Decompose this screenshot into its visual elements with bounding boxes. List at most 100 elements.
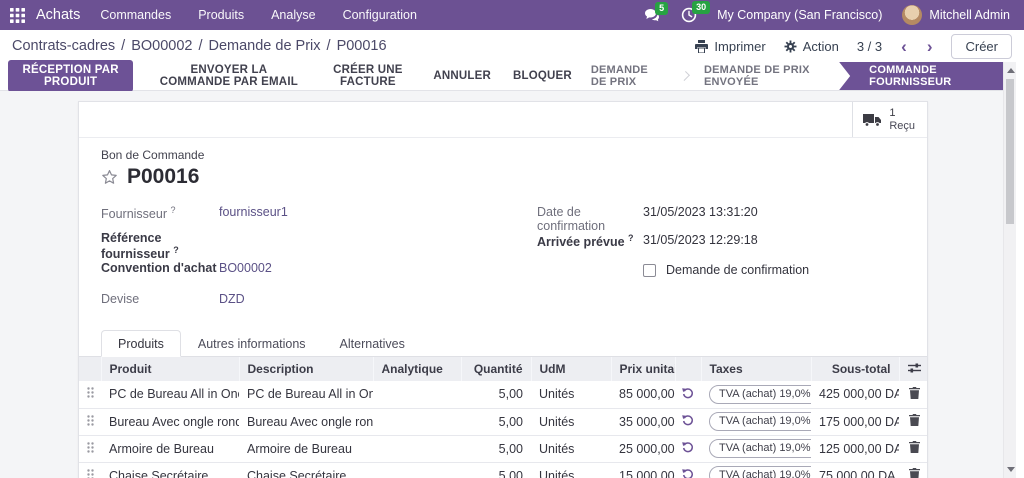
creer-facture-button[interactable]: CRÉER UNE FACTURE: [324, 64, 411, 88]
cell-produit[interactable]: Bureau Avec ongle ronde: [101, 408, 239, 435]
stage-demande-de-prix-envoyee[interactable]: DEMANDE DE PRIX ENVOYÉE: [685, 62, 839, 90]
scrollbar-thumb[interactable]: [1006, 79, 1014, 224]
cell-analytique[interactable]: [373, 435, 461, 462]
cell-analytique[interactable]: [373, 381, 461, 408]
cell-produit[interactable]: Armoire de Bureau: [101, 435, 239, 462]
reset-price-icon[interactable]: [682, 441, 694, 453]
cell-description[interactable]: Chaise Secrétaire: [239, 462, 373, 478]
create-button[interactable]: Créer: [951, 34, 1012, 59]
stage-demande-de-prix[interactable]: DEMANDE DE PRIX: [572, 62, 685, 90]
col-quantite[interactable]: Quantité: [461, 357, 531, 381]
menu-produits[interactable]: Produits: [198, 8, 244, 22]
delete-row-icon[interactable]: [909, 441, 920, 453]
notebook-tabs: Produits Autres informations Alternative…: [79, 330, 927, 357]
reception-par-produit-button[interactable]: RÉCEPTION PAR PRODUIT: [8, 60, 133, 92]
cell-analytique[interactable]: [373, 462, 461, 478]
tab-autres-informations[interactable]: Autres informations: [181, 330, 323, 357]
status-bar: RÉCEPTION PAR PRODUIT ENVOYER LA COMMAND…: [0, 62, 1004, 91]
user-menu[interactable]: Mitchell Admin: [902, 5, 1010, 25]
optional-columns-button[interactable]: [899, 357, 928, 381]
top-nav-bar: Achats Commandes Produits Analyse Config…: [0, 0, 1024, 30]
cell-udm[interactable]: Unités: [531, 381, 611, 408]
drag-handle-icon[interactable]: [87, 469, 94, 478]
cell-sous-total[interactable]: 75 000,00 DA: [811, 462, 899, 478]
cell-analytique[interactable]: [373, 408, 461, 435]
drag-handle-icon[interactable]: [87, 387, 94, 398]
vertical-scrollbar[interactable]: [1003, 62, 1016, 478]
reset-price-icon[interactable]: [682, 468, 694, 478]
tax-tag[interactable]: TVA (achat) 19,0%: [709, 412, 811, 431]
breadcrumb-contrats-cadres[interactable]: Contrats-cadres: [12, 38, 115, 54]
field-label: Convention d'achat: [101, 261, 219, 275]
col-analytique[interactable]: Analytique: [373, 357, 461, 381]
stage-commande-fournisseur[interactable]: COMMANDE FOURNISSEUR: [839, 62, 1004, 90]
arrivee-prevue-value[interactable]: 31/05/2023 12:29:18: [643, 233, 758, 247]
cell-sous-total[interactable]: 175 000,00 DA: [811, 408, 899, 435]
reset-price-icon[interactable]: [682, 387, 694, 399]
envoyer-commande-email-button[interactable]: ENVOYER LA COMMANDE PAR EMAIL: [155, 64, 302, 88]
cell-description[interactable]: Armoire de Bureau: [239, 435, 373, 462]
col-produit[interactable]: Produit: [101, 357, 239, 381]
cell-prix-unitaire[interactable]: 85 000,00: [611, 381, 675, 408]
favorite-star-icon[interactable]: [101, 169, 118, 186]
cell-produit[interactable]: Chaise Secrétaire: [101, 462, 239, 478]
cell-description[interactable]: PC de Bureau All in One: [239, 381, 373, 408]
delete-row-icon[interactable]: [909, 387, 920, 399]
cell-prix-unitaire[interactable]: 35 000,00: [611, 408, 675, 435]
delete-row-icon[interactable]: [909, 414, 920, 426]
cell-quantite[interactable]: 5,00: [461, 435, 531, 462]
col-taxes[interactable]: Taxes: [701, 357, 811, 381]
delete-row-icon[interactable]: [909, 468, 920, 478]
cell-quantite[interactable]: 5,00: [461, 462, 531, 478]
tax-tag[interactable]: TVA (achat) 19,0%: [709, 466, 811, 478]
apps-grid-icon[interactable]: [10, 8, 25, 23]
gear-icon: [784, 40, 797, 53]
pager-previous-button[interactable]: ‹: [900, 38, 908, 55]
drag-handle-icon[interactable]: [87, 442, 94, 453]
reset-price-icon[interactable]: [682, 414, 694, 426]
col-description[interactable]: Description: [239, 357, 373, 381]
devise-value[interactable]: DZD: [219, 292, 245, 306]
cell-description[interactable]: Bureau Avec ongle ronde: [239, 408, 373, 435]
scroll-up-arrow[interactable]: [1007, 68, 1015, 73]
col-udm[interactable]: UdM: [531, 357, 611, 381]
bloquer-button[interactable]: BLOQUER: [513, 70, 572, 82]
scroll-down-arrow[interactable]: [1007, 467, 1015, 472]
app-name[interactable]: Achats: [36, 7, 80, 23]
messages-button[interactable]: 5: [644, 8, 661, 23]
cell-quantite[interactable]: 5,00: [461, 381, 531, 408]
cell-udm[interactable]: Unités: [531, 435, 611, 462]
control-panel: Contrats-cadres / BO00002 / Demande de P…: [0, 30, 1024, 62]
convention-achat-value[interactable]: BO00002: [219, 261, 272, 275]
demande-confirmation-checkbox[interactable]: [643, 264, 656, 277]
breadcrumb-bo00002[interactable]: BO00002: [131, 38, 192, 54]
breadcrumb-demande-de-prix[interactable]: Demande de Prix: [209, 38, 321, 54]
cell-produit[interactable]: PC de Bureau All in One: [101, 381, 239, 408]
cell-udm[interactable]: Unités: [531, 462, 611, 478]
cell-udm[interactable]: Unités: [531, 408, 611, 435]
company-switcher[interactable]: My Company (San Francisco): [717, 8, 882, 22]
receipt-stat-button[interactable]: 1 Reçu: [852, 102, 927, 137]
col-prix-unitaire[interactable]: Prix unitaire: [611, 357, 675, 381]
menu-commandes[interactable]: Commandes: [100, 8, 171, 22]
cell-quantite[interactable]: 5,00: [461, 408, 531, 435]
menu-configuration[interactable]: Configuration: [343, 8, 417, 22]
action-button[interactable]: Action: [784, 39, 839, 54]
annuler-button[interactable]: ANNULER: [433, 70, 491, 82]
tax-tag[interactable]: TVA (achat) 19,0%: [709, 385, 811, 404]
cell-sous-total[interactable]: 125 000,00 DA: [811, 435, 899, 462]
activities-button[interactable]: 30: [681, 7, 697, 23]
tab-produits[interactable]: Produits: [101, 330, 181, 357]
fournisseur-value[interactable]: fournisseur1: [219, 205, 288, 219]
cell-prix-unitaire[interactable]: 15 000,00: [611, 462, 675, 478]
cell-sous-total[interactable]: 425 000,00 DA: [811, 381, 899, 408]
tax-tag[interactable]: TVA (achat) 19,0%: [709, 439, 811, 458]
col-sous-total[interactable]: Sous-total: [811, 357, 899, 381]
cell-prix-unitaire[interactable]: 25 000,00: [611, 435, 675, 462]
menu-analyse[interactable]: Analyse: [271, 8, 315, 22]
print-button[interactable]: Imprimer: [695, 39, 765, 54]
pager-next-button[interactable]: ›: [926, 38, 934, 55]
date-confirmation-value[interactable]: 31/05/2023 13:31:20: [643, 205, 758, 219]
tab-alternatives[interactable]: Alternatives: [323, 330, 422, 357]
drag-handle-icon[interactable]: [87, 415, 94, 426]
